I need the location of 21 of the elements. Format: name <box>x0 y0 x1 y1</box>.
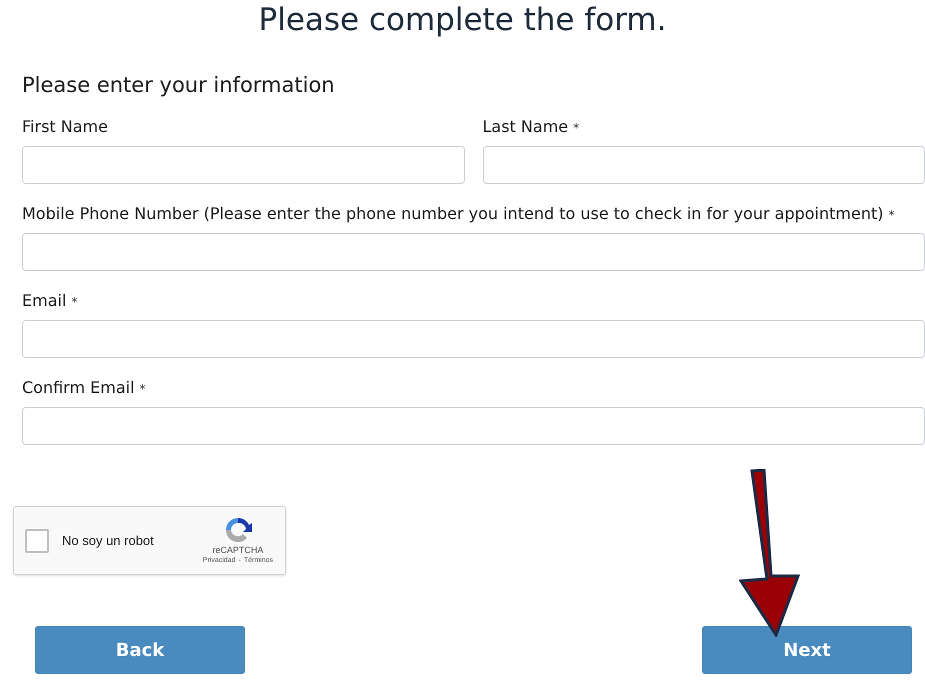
back-button[interactable]: Back <box>35 626 245 674</box>
required-mark: * <box>71 294 78 311</box>
required-mark: * <box>140 381 146 398</box>
required-mark: * <box>573 120 580 137</box>
page-title: Please complete the form. <box>258 1 666 40</box>
required-mark: * <box>888 207 894 224</box>
input-field[interactable] <box>482 146 925 184</box>
field-label: Last Name <box>482 116 568 138</box>
captcha-checkbox[interactable] <box>25 528 49 552</box>
recaptcha-brand: reCAPTCHA <box>212 545 264 556</box>
next-button[interactable]: Next <box>702 626 912 674</box>
input-field[interactable] <box>22 233 925 271</box>
field-label: Email <box>22 290 66 312</box>
field-label: Mobile Phone Number (Please enter the phone number you intend to use to check in for your appointment) <box>22 203 884 225</box>
captcha-label: No soy un robot <box>62 532 154 550</box>
field-label: First Name <box>22 116 108 138</box>
section-heading: Please enter your information <box>22 72 336 99</box>
input-field[interactable] <box>22 320 925 358</box>
input-field[interactable] <box>22 146 464 184</box>
field-label: Confirm Email <box>22 377 135 399</box>
input-field[interactable] <box>22 407 925 445</box>
